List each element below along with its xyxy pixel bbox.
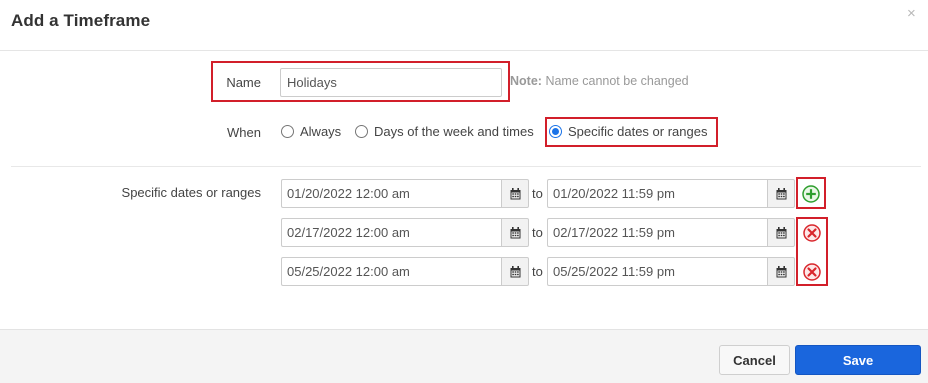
name-input[interactable] — [280, 68, 502, 97]
range-3-end-input[interactable] — [547, 257, 767, 286]
range-1-to-label: to — [532, 186, 543, 201]
name-label: Name — [226, 75, 261, 90]
cancel-button[interactable]: Cancel — [719, 345, 790, 375]
x-circle-icon[interactable] — [803, 224, 821, 242]
calendar-icon[interactable] — [501, 179, 529, 208]
range-1-end-group — [547, 179, 795, 208]
range-3-end-group — [547, 257, 795, 286]
name-note: Note: Name cannot be changed — [510, 74, 689, 88]
calendar-icon[interactable] — [501, 257, 529, 286]
radio-days-of-week[interactable]: Days of the week and times — [355, 124, 534, 139]
radio-specific-dates[interactable]: Specific dates or ranges — [549, 124, 707, 139]
range-3-to-label: to — [532, 264, 543, 279]
calendar-icon[interactable] — [501, 218, 529, 247]
ranges-label: Specific dates or ranges — [121, 185, 261, 200]
range-2-to-label: to — [532, 225, 543, 240]
radio-always[interactable]: Always — [281, 124, 341, 139]
close-icon[interactable]: × — [907, 6, 916, 21]
plus-circle-icon[interactable] — [802, 185, 820, 203]
x-circle-icon[interactable] — [803, 263, 821, 281]
dialog-header: Add a Timeframe × — [0, 0, 928, 51]
range-1-end-input[interactable] — [547, 179, 767, 208]
range-2-start-input[interactable] — [281, 218, 501, 247]
add-timeframe-dialog: Add a Timeframe × Name Note: Name cannot… — [0, 0, 928, 383]
radio-days-of-week-label: Days of the week and times — [374, 124, 534, 139]
calendar-icon[interactable] — [767, 179, 795, 208]
radio-days-of-week-control[interactable] — [355, 125, 368, 138]
radio-always-label: Always — [300, 124, 342, 139]
calendar-icon[interactable] — [767, 218, 795, 247]
range-3-start-input[interactable] — [281, 257, 501, 286]
range-2-end-input[interactable] — [547, 218, 767, 247]
range-3-start-group — [281, 257, 529, 286]
note-label: Note: — [510, 74, 542, 88]
when-label: When — [227, 125, 261, 140]
range-2-end-group — [547, 218, 795, 247]
range-1-start-input[interactable] — [281, 179, 501, 208]
dialog-footer: Cancel Save — [0, 329, 928, 383]
section-divider — [11, 166, 921, 167]
save-button[interactable]: Save — [795, 345, 921, 375]
radio-specific-dates-control[interactable] — [549, 125, 562, 138]
note-text: Name cannot be changed — [545, 74, 689, 88]
calendar-icon[interactable] — [767, 257, 795, 286]
radio-specific-dates-label: Specific dates or ranges — [568, 124, 708, 139]
radio-always-control[interactable] — [281, 125, 294, 138]
dialog-title: Add a Timeframe — [11, 11, 151, 30]
range-2-start-group — [281, 218, 529, 247]
range-1-start-group — [281, 179, 529, 208]
